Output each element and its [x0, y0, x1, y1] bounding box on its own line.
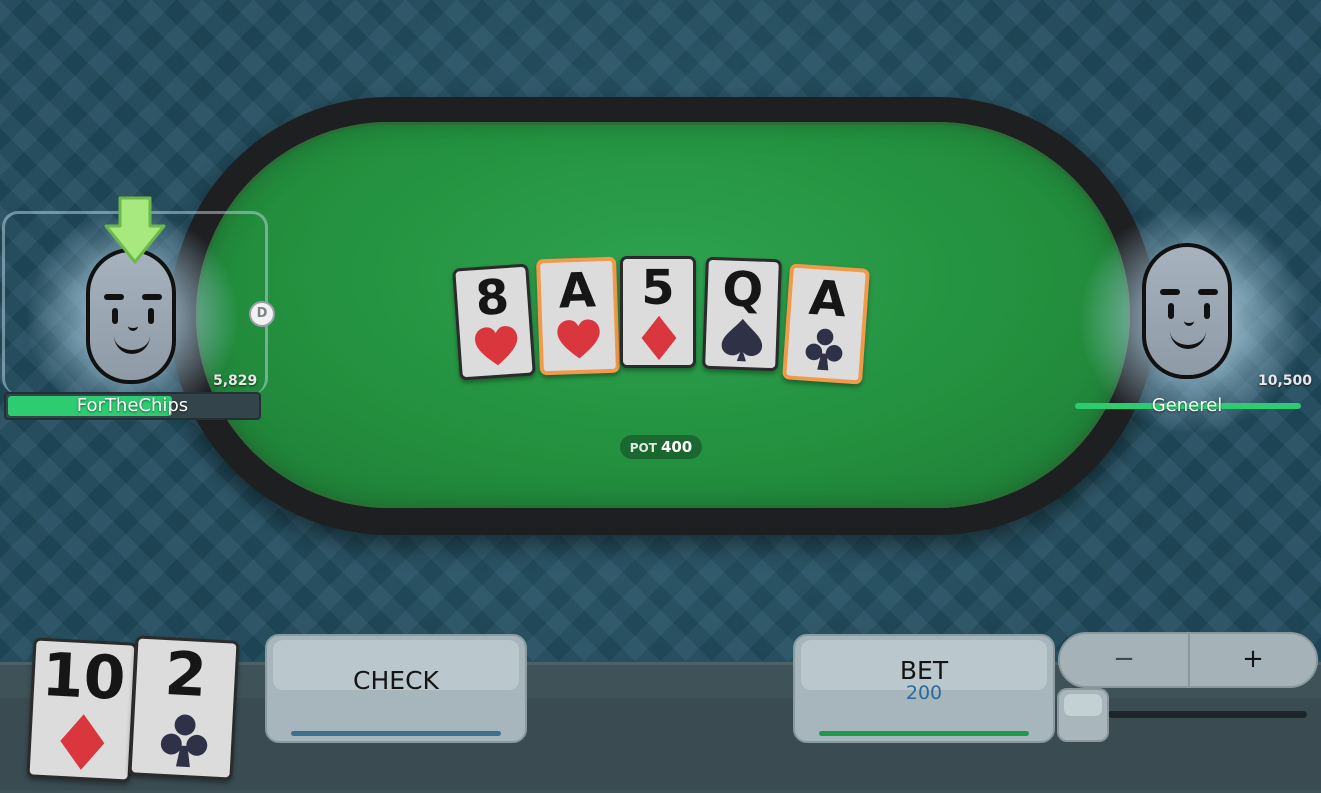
bet-amount: 200	[905, 682, 943, 704]
pot-label: POT	[629, 441, 657, 455]
board-card: 8	[452, 263, 536, 381]
board-card: A	[782, 263, 870, 385]
pot-display: POT 400	[620, 435, 702, 459]
card-rank: 8	[473, 268, 511, 328]
heart-icon	[475, 326, 518, 366]
turn-arrow-icon	[104, 196, 166, 264]
diamond-icon	[60, 714, 105, 770]
bet-slider-track[interactable]	[1108, 711, 1307, 718]
decrease-bet-button[interactable]: −	[1058, 632, 1190, 688]
card-rank: Q	[721, 261, 765, 319]
card-rank: A	[807, 269, 849, 329]
player-name-left: ForTheChips	[76, 395, 189, 416]
player-stack-left: 5,829	[213, 373, 258, 389]
card-rank: A	[557, 262, 597, 320]
card-rank: 2	[163, 639, 209, 712]
bet-button[interactable]: BET 200	[793, 634, 1055, 743]
check-button[interactable]: CHECK	[265, 634, 527, 743]
club-icon	[160, 714, 208, 768]
check-button-label: CHECK	[353, 666, 439, 695]
player-stack-right: 10,500	[1258, 373, 1313, 389]
club-icon	[805, 328, 843, 371]
hole-card: 10	[26, 637, 138, 783]
dealer-button-icon: D	[249, 301, 275, 327]
board-card: Q	[702, 256, 782, 372]
player-avatar-right[interactable]	[1142, 243, 1232, 379]
bet-button-underline	[819, 731, 1029, 736]
increase-bet-button[interactable]: +	[1188, 632, 1318, 688]
spade-icon	[721, 318, 763, 362]
bet-button-label: BET	[899, 656, 949, 685]
pot-amount: 400	[660, 438, 693, 456]
bet-slider-knob[interactable]	[1057, 688, 1109, 742]
diamond-icon	[641, 315, 677, 361]
card-rank: 10	[40, 639, 128, 715]
board-card: A	[536, 256, 620, 376]
card-rank: 5	[641, 260, 675, 316]
player-avatar-left[interactable]	[86, 248, 176, 384]
hole-card: 2	[128, 635, 240, 781]
check-button-underline	[291, 731, 501, 736]
player-name-right: Generel	[1151, 395, 1223, 416]
board-card: 5	[620, 256, 696, 368]
heart-icon	[557, 319, 600, 359]
